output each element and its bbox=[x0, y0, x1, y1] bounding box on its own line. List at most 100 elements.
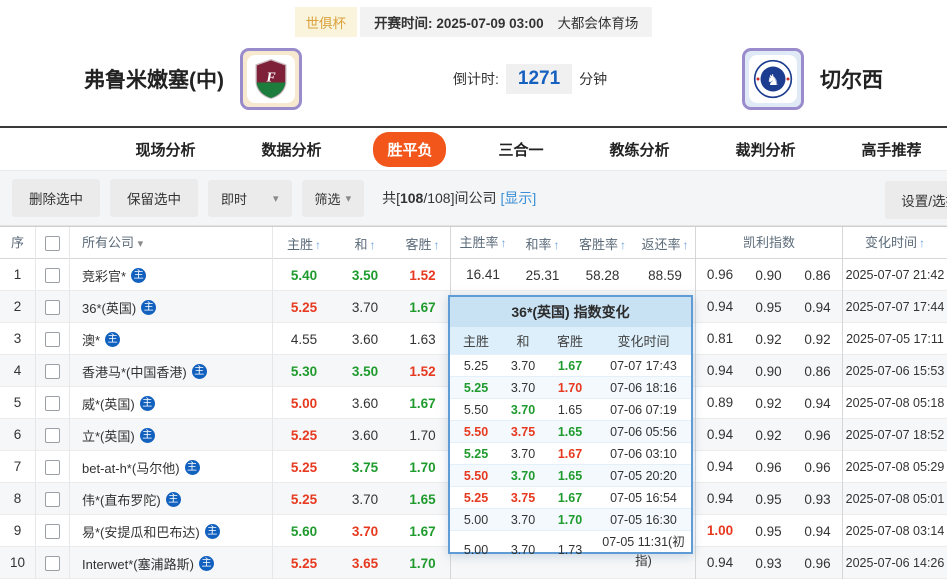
row-checkbox[interactable] bbox=[45, 396, 60, 412]
row-checkbox[interactable] bbox=[45, 332, 60, 348]
time-mode-dropdown[interactable]: 即时 ▾ bbox=[208, 179, 292, 217]
filter-dropdown[interactable]: 筛选 ▾ bbox=[301, 179, 365, 217]
kelly-draw-cell: 0.95 bbox=[755, 523, 782, 539]
company-name[interactable]: 竞彩官* bbox=[82, 266, 126, 285]
home-team: 弗鲁米嫩塞(中) F bbox=[84, 48, 302, 110]
home-team-name: 弗鲁米嫩塞(中) bbox=[84, 69, 224, 92]
row-checkbox[interactable] bbox=[45, 428, 60, 444]
draw-odds-cell[interactable]: 3.70 bbox=[335, 524, 395, 539]
header-select-all bbox=[36, 227, 70, 259]
popup-draw-odds: 3.75 bbox=[510, 490, 536, 505]
select-all-checkbox[interactable] bbox=[45, 236, 60, 252]
change-time-cell: 2025-07-05 17:11 bbox=[842, 323, 947, 355]
away-odds-cell[interactable]: 1.70 bbox=[395, 460, 450, 475]
away-odds-cell[interactable]: 1.70 bbox=[395, 428, 450, 443]
draw-odds-cell[interactable]: 3.70 bbox=[335, 492, 395, 507]
away-odds-cell[interactable]: 1.63 bbox=[395, 332, 450, 347]
company-name[interactable]: 伟*(直布罗陀) bbox=[82, 490, 161, 509]
header-home-rate[interactable]: 主胜率 ↑ bbox=[450, 227, 515, 259]
company-cell[interactable]: 易*(安提瓜和巴布达) 主 bbox=[70, 515, 273, 547]
home-odds-cell[interactable]: 5.25 bbox=[273, 300, 335, 315]
header-return-rate[interactable]: 返还率 ↑ bbox=[635, 234, 695, 253]
draw-odds-cell[interactable]: 3.75 bbox=[335, 460, 395, 475]
tab-data-analysis[interactable]: 数据分析 bbox=[247, 132, 335, 167]
header-draw-rate[interactable]: 和率 ↑ bbox=[515, 234, 570, 253]
draw-odds-cell[interactable]: 3.70 bbox=[335, 300, 395, 315]
tab-coach-analysis[interactable]: 教练分析 bbox=[596, 132, 684, 167]
table-row[interactable]: 1 竞彩官* 主 5.40 3.50 1.52 16.41 25.31 58.28 88.59 0.… bbox=[0, 259, 947, 291]
change-time-cell: 2025-07-07 21:42 bbox=[842, 259, 947, 291]
settings-select-button[interactable]: 设置/选择 bbox=[885, 181, 947, 219]
home-odds-cell[interactable]: 5.25 bbox=[273, 460, 335, 475]
row-checkbox[interactable] bbox=[45, 300, 60, 316]
header-change-time[interactable]: 变化时间 ↑ bbox=[842, 227, 947, 259]
tab-three-in-one[interactable]: 三合一 bbox=[484, 132, 557, 167]
header-away-odds[interactable]: 客胜 ↑ bbox=[395, 234, 450, 253]
company-cell[interactable]: 伟*(直布罗陀) 主 bbox=[70, 483, 273, 515]
company-count: 共[108/108]间公司 [显示] bbox=[382, 188, 536, 208]
home-odds-cell[interactable]: 5.30 bbox=[273, 364, 335, 379]
draw-odds-cell[interactable]: 3.60 bbox=[335, 428, 395, 443]
away-odds-cell[interactable]: 1.52 bbox=[395, 364, 450, 379]
draw-odds-cell[interactable]: 3.60 bbox=[335, 332, 395, 347]
draw-odds-cell[interactable]: 3.65 bbox=[335, 556, 395, 571]
home-odds-cell[interactable]: 5.00 bbox=[273, 396, 335, 411]
away-odds-cell[interactable]: 1.67 bbox=[395, 524, 450, 539]
count-value: 108 bbox=[399, 190, 424, 206]
row-checkbox[interactable] bbox=[45, 268, 60, 284]
away-odds-cell[interactable]: 1.52 bbox=[395, 268, 450, 283]
draw-odds-cell[interactable]: 3.50 bbox=[335, 364, 395, 379]
home-odds-cell[interactable]: 5.40 bbox=[273, 268, 335, 283]
away-odds-cell[interactable]: 1.70 bbox=[395, 556, 450, 571]
company-cell[interactable]: 36*(英国) 主 bbox=[70, 291, 273, 323]
tab-expert-picks[interactable]: 高手推荐 bbox=[848, 132, 936, 167]
company-cell[interactable]: bet-at-h*(马尔他) 主 bbox=[70, 451, 273, 483]
count-prefix: 共[ bbox=[382, 190, 400, 206]
company-cell[interactable]: 香港马*(中国香港) 主 bbox=[70, 355, 273, 387]
popup-title: 36*(英国) 指数变化 bbox=[450, 297, 691, 327]
company-cell[interactable]: 竞彩官* 主 bbox=[70, 259, 273, 291]
company-name[interactable]: Interwet*(塞浦路斯) bbox=[82, 554, 194, 573]
popup-draw-odds: 3.70 bbox=[510, 543, 536, 557]
draw-odds-cell[interactable]: 3.50 bbox=[335, 268, 395, 283]
home-odds-cell[interactable]: 5.25 bbox=[273, 428, 335, 443]
company-name[interactable]: 36*(英国) bbox=[82, 298, 136, 317]
tab-win-draw-loss[interactable]: 胜平负 bbox=[373, 131, 447, 167]
popup-change-time: 07-05 20:20 bbox=[610, 468, 677, 483]
company-name[interactable]: 香港马*(中国香港) bbox=[82, 362, 187, 381]
header-seq: 序 bbox=[0, 227, 36, 259]
keep-selected-button[interactable]: 保留选中 bbox=[110, 179, 198, 217]
home-odds-cell[interactable]: 5.25 bbox=[273, 492, 335, 507]
tab-live-analysis[interactable]: 现场分析 bbox=[121, 132, 209, 167]
company-name[interactable]: 澳* bbox=[82, 330, 100, 349]
company-cell[interactable]: 威*(英国) 主 bbox=[70, 387, 273, 419]
row-checkbox[interactable] bbox=[45, 492, 60, 508]
header-company[interactable]: 所有公司 ▾ bbox=[70, 227, 273, 259]
away-odds-cell[interactable]: 1.67 bbox=[395, 300, 450, 315]
company-cell[interactable]: 澳* 主 bbox=[70, 323, 273, 355]
header-draw-odds[interactable]: 和 ↑ bbox=[335, 234, 395, 253]
company-name[interactable]: 威*(英国) bbox=[82, 394, 135, 413]
company-name[interactable]: 立*(英国) bbox=[82, 426, 135, 445]
show-link[interactable]: [显示] bbox=[500, 190, 536, 206]
draw-odds-cell[interactable]: 3.60 bbox=[335, 396, 395, 411]
header-away-rate[interactable]: 客胜率 ↑ bbox=[570, 234, 635, 253]
kelly-away-cell: 0.96 bbox=[804, 427, 831, 443]
company-cell[interactable]: 立*(英国) 主 bbox=[70, 419, 273, 451]
home-odds-cell[interactable]: 5.60 bbox=[273, 524, 335, 539]
company-cell[interactable]: Interwet*(塞浦路斯) 主 bbox=[70, 547, 273, 579]
row-checkbox[interactable] bbox=[45, 556, 60, 572]
header-home-odds[interactable]: 主胜 ↑ bbox=[273, 234, 335, 253]
row-checkbox[interactable] bbox=[45, 524, 60, 540]
delete-selected-button[interactable]: 删除选中 bbox=[12, 179, 100, 217]
row-checkbox[interactable] bbox=[45, 364, 60, 380]
company-name[interactable]: bet-at-h*(马尔他) bbox=[82, 458, 180, 477]
home-odds-cell[interactable]: 5.25 bbox=[273, 556, 335, 571]
kelly-home-cell: 0.94 bbox=[695, 451, 744, 483]
home-odds-cell[interactable]: 4.55 bbox=[273, 332, 335, 347]
away-odds-cell[interactable]: 1.65 bbox=[395, 492, 450, 507]
away-odds-cell[interactable]: 1.67 bbox=[395, 396, 450, 411]
tab-referee-analysis[interactable]: 裁判分析 bbox=[722, 132, 810, 167]
row-checkbox[interactable] bbox=[45, 460, 60, 476]
company-name[interactable]: 易*(安提瓜和巴布达) bbox=[82, 522, 200, 541]
